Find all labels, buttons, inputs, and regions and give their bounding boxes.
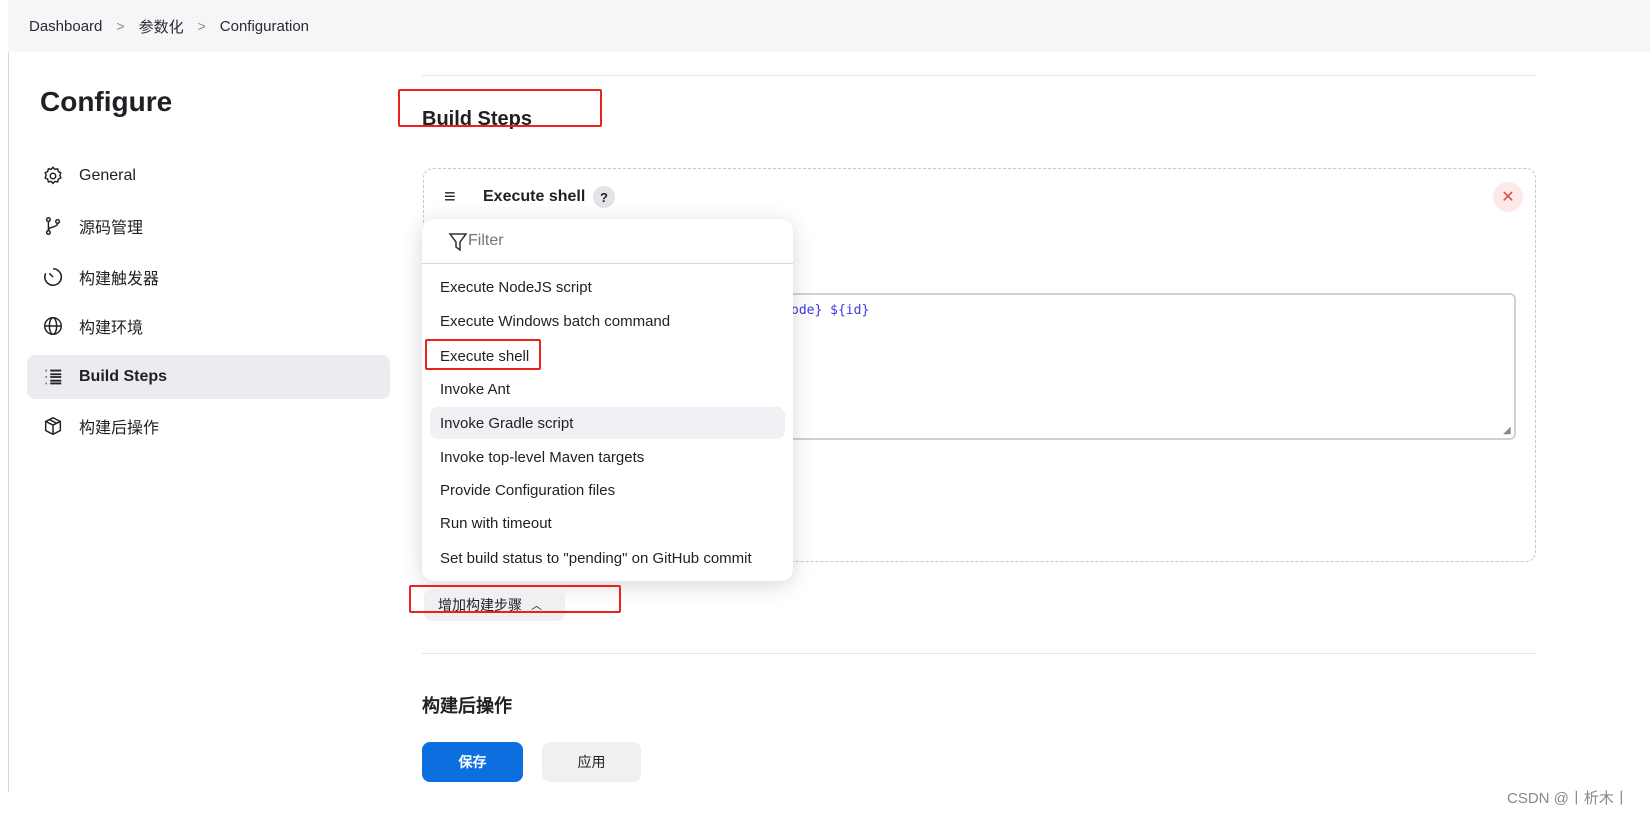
- section-title-post-build: 构建后操作: [422, 696, 512, 716]
- gear-icon: [41, 164, 65, 188]
- filter-input[interactable]: [468, 227, 768, 255]
- breadcrumb: Dashboard > 参数化 > Configuration: [8, 0, 1650, 52]
- breadcrumb-dashboard[interactable]: Dashboard: [29, 18, 102, 35]
- branch-icon: [41, 214, 65, 238]
- sidebar-item-build-steps[interactable]: Build Steps: [27, 355, 390, 399]
- add-step-dropdown: Execute NodeJS script Execute Windows ba…: [422, 219, 793, 581]
- option-set-build-status[interactable]: Set build status to "pending" on GitHub …: [430, 542, 785, 574]
- sidebar-item-general[interactable]: General: [27, 154, 390, 198]
- divider: [8, 52, 9, 792]
- save-button[interactable]: 保存: [422, 742, 523, 782]
- annotation-box: [398, 89, 602, 127]
- step-title: Execute shell: [483, 188, 586, 205]
- breadcrumb-job[interactable]: 参数化: [139, 16, 184, 37]
- option-provide-config-files[interactable]: Provide Configuration files: [430, 474, 785, 506]
- drag-handle-icon[interactable]: ≡: [444, 186, 456, 209]
- sidebar-item-environment[interactable]: 构建环境: [27, 304, 390, 348]
- filter-icon: [448, 231, 468, 258]
- option-invoke-gradle[interactable]: Invoke Gradle script: [430, 407, 785, 439]
- breadcrumb-configuration[interactable]: Configuration: [220, 18, 309, 35]
- apply-button[interactable]: 应用: [542, 742, 641, 782]
- option-execute-windows-batch[interactable]: Execute Windows batch command: [430, 305, 785, 337]
- annotation-box: [425, 339, 541, 370]
- divider: [422, 653, 1536, 654]
- watermark: CSDN @丨析木丨: [1507, 790, 1629, 807]
- sidebar-item-label: 构建触发器: [79, 271, 160, 288]
- timer-icon: [41, 265, 65, 289]
- option-invoke-maven[interactable]: Invoke top-level Maven targets: [430, 441, 785, 473]
- option-invoke-ant[interactable]: Invoke Ant: [430, 373, 785, 405]
- chevron-right-icon: >: [116, 18, 125, 34]
- option-execute-nodejs[interactable]: Execute NodeJS script: [430, 271, 785, 303]
- package-icon: [41, 414, 65, 438]
- sidebar-item-label: General: [79, 167, 136, 184]
- globe-icon: [41, 314, 65, 338]
- command-text: ode} ${id}: [791, 303, 870, 318]
- list-icon: [41, 365, 65, 389]
- page-title: Configure: [40, 86, 173, 117]
- sidebar-item-triggers[interactable]: 构建触发器: [27, 255, 390, 299]
- sidebar-item-post-build[interactable]: 构建后操作: [27, 404, 390, 448]
- sidebar-item-source[interactable]: 源码管理: [27, 204, 390, 248]
- sidebar-item-label: 构建后操作: [79, 420, 160, 437]
- option-run-with-timeout[interactable]: Run with timeout: [430, 507, 785, 539]
- divider: [422, 75, 1536, 76]
- help-icon[interactable]: ?: [593, 186, 615, 208]
- resize-handle-icon[interactable]: ◢: [1503, 425, 1511, 436]
- close-icon[interactable]: ✕: [1493, 182, 1523, 212]
- sidebar-item-label: 构建环境: [79, 320, 144, 337]
- annotation-box: [409, 585, 621, 613]
- sidebar-item-label: 源码管理: [79, 220, 144, 237]
- sidebar-item-label: Build Steps: [79, 368, 168, 385]
- divider: [422, 263, 793, 264]
- chevron-right-icon: >: [197, 18, 206, 34]
